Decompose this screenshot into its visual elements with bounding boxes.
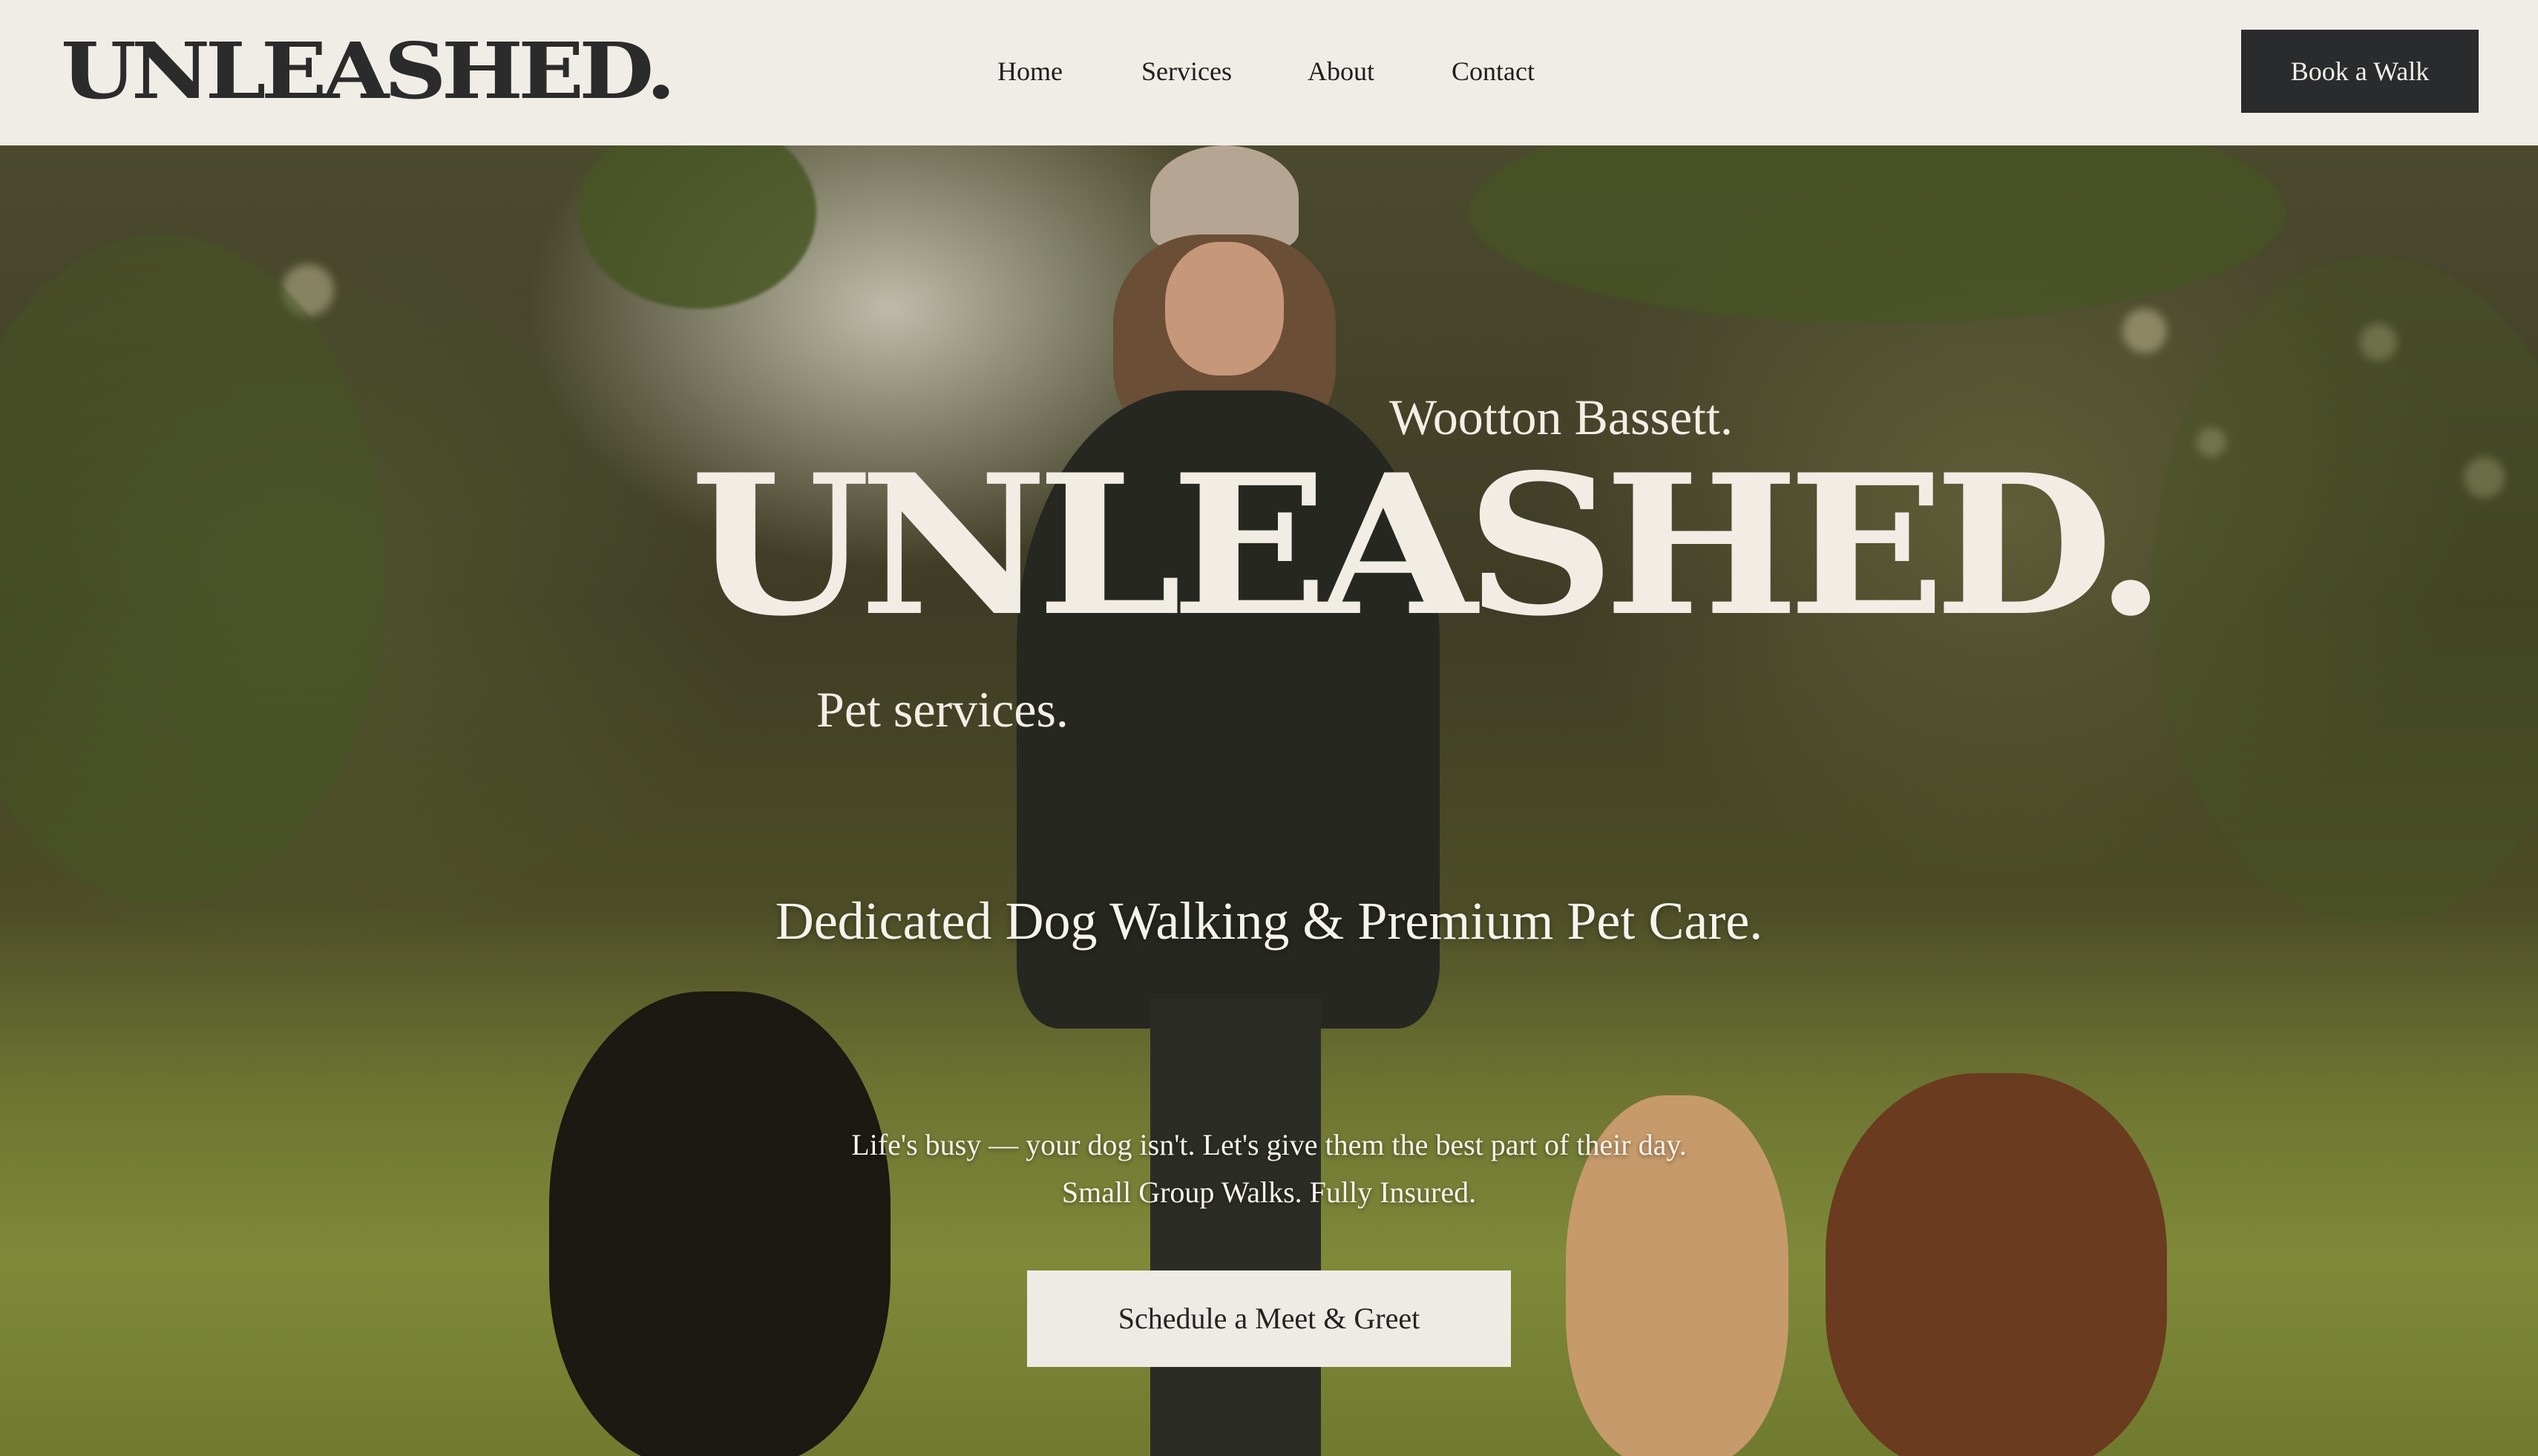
- nav-about[interactable]: About: [1308, 53, 1374, 89]
- site-header: UNLEASHED. Home Services About Contact B…: [0, 0, 2538, 145]
- hero-tagline: Pet services.: [816, 681, 1069, 738]
- hero-section: Wootton Bassett. UNLEASHED. Pet services…: [0, 145, 2538, 1456]
- book-walk-button[interactable]: Book a Walk: [2241, 30, 2479, 113]
- schedule-meet-greet-button[interactable]: Schedule a Meet & Greet: [1027, 1270, 1511, 1367]
- hero-subline-2: Small Group Walks. Fully Insured.: [1061, 1175, 1477, 1209]
- hero-subline-1: Life's busy — your dog isn't. Let's give…: [851, 1128, 1687, 1161]
- nav-contact[interactable]: Contact: [1452, 53, 1535, 89]
- nav-home[interactable]: Home: [997, 53, 1063, 89]
- hero-content: Wootton Bassett. UNLEASHED. Pet services…: [0, 145, 2538, 1456]
- hero-headline: Dedicated Dog Walking & Premium Pet Care…: [775, 891, 1763, 951]
- hero-title: UNLEASHED.: [690, 433, 2167, 659]
- nav-services[interactable]: Services: [1141, 53, 1232, 89]
- site-logo[interactable]: UNLEASHED.: [61, 27, 676, 116]
